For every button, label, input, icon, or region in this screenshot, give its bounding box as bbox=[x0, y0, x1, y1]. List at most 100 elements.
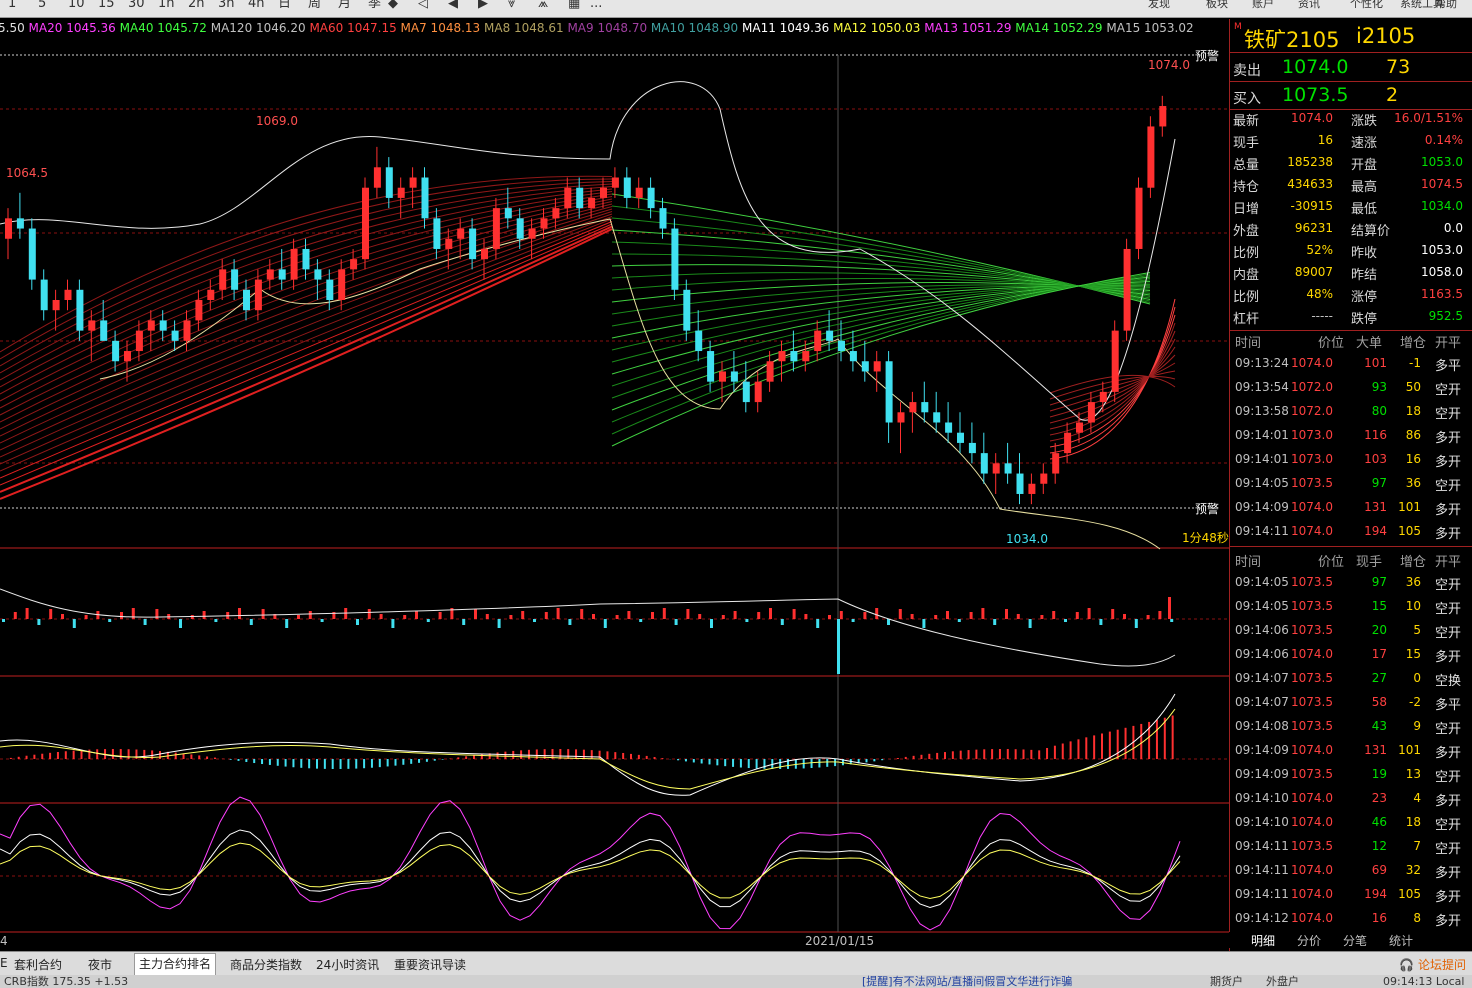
period-button-3[interactable]: 15 bbox=[98, 0, 115, 11]
volume-bar bbox=[61, 614, 64, 619]
bottom-tab-4[interactable]: 24小时资讯 bbox=[316, 956, 379, 973]
ma-legend-item: MA8 1048.61 bbox=[484, 21, 567, 35]
cell-p: 1074.0 bbox=[1291, 743, 1333, 757]
period-button-7[interactable]: 3h bbox=[218, 0, 235, 11]
bid-row[interactable]: 买入 1073.5 2 bbox=[1230, 82, 1472, 110]
stat-value: 952.5 bbox=[1428, 309, 1463, 323]
volume-bar bbox=[1123, 614, 1126, 619]
menu-item-3[interactable]: 资讯 bbox=[1298, 0, 1320, 11]
panel-tab-0[interactable]: 明细 bbox=[1251, 932, 1275, 949]
bottom-tab-5[interactable]: 重要资讯导读 bbox=[394, 956, 466, 973]
volume-bar bbox=[379, 614, 383, 619]
list-item[interactable]: 09:14:05 1073.5 97 36 空开 bbox=[1230, 471, 1472, 495]
list-item[interactable]: 09:14:07 1073.5 58 -2 多平 bbox=[1230, 690, 1472, 714]
period-button-1[interactable]: 5 bbox=[38, 0, 46, 11]
kline-chart[interactable]: 5.50 MA20 1045.36 MA40 1045.72 MA120 104… bbox=[0, 19, 1229, 951]
macd-bar bbox=[732, 759, 735, 767]
draw-tool-icon[interactable]: ◁ bbox=[418, 0, 428, 11]
cell-time: 09:14:10 bbox=[1235, 791, 1289, 805]
ask-row[interactable]: 卖出 1074.0 73 bbox=[1230, 54, 1472, 82]
list-item[interactable]: 09:14:10 1074.0 23 4 多开 bbox=[1230, 786, 1472, 810]
draw-tool-icon[interactable]: ◀ bbox=[448, 0, 458, 11]
list-item[interactable]: 09:14:09 1073.5 19 13 空开 bbox=[1230, 762, 1472, 786]
draw-tool-icon[interactable]: ⩕ bbox=[538, 0, 548, 11]
contract-code: i2105 bbox=[1356, 24, 1416, 48]
period-button-10[interactable]: 周 bbox=[308, 0, 321, 11]
cell-o: 105 bbox=[1398, 887, 1421, 901]
cell-o: 0 bbox=[1413, 671, 1421, 685]
list-item[interactable]: 09:14:11 1074.0 194 105 多开 bbox=[1230, 519, 1472, 543]
menu-item-2[interactable]: 账户 bbox=[1252, 0, 1274, 11]
draw-tool-icon[interactable]: ▶ bbox=[478, 0, 488, 11]
period-button-5[interactable]: 1h bbox=[158, 0, 175, 11]
list-item[interactable]: 09:14:06 1074.0 17 15 多开 bbox=[1230, 642, 1472, 666]
list-item[interactable]: 09:14:01 1073.0 103 16 多开 bbox=[1230, 447, 1472, 471]
macd-bar bbox=[410, 759, 413, 764]
volume-bar bbox=[485, 614, 489, 619]
list-item[interactable]: 09:13:24 1074.0 101 -1 多平 bbox=[1230, 351, 1472, 375]
cell-s: 16 bbox=[1371, 911, 1387, 925]
cell-k: 多开 bbox=[1434, 455, 1461, 470]
stat-value: 185238 bbox=[1287, 155, 1333, 169]
list-item[interactable]: 09:14:09 1074.0 131 101 多开 bbox=[1230, 495, 1472, 519]
list-item[interactable]: 09:14:11 1074.0 194 105 多开 bbox=[1230, 882, 1472, 906]
ma-legend-item: MA10 1048.90 bbox=[651, 21, 742, 35]
panel-tab-3[interactable]: 统计 bbox=[1389, 932, 1413, 949]
macd-bar bbox=[72, 750, 75, 759]
menu-item-4[interactable]: 个性化 bbox=[1350, 0, 1383, 11]
cell-o: 16 bbox=[1405, 452, 1421, 466]
list-item[interactable]: 09:13:58 1072.0 80 18 空开 bbox=[1230, 399, 1472, 423]
list-item[interactable]: 09:14:05 1073.5 15 10 空开 bbox=[1230, 594, 1472, 618]
list-item[interactable]: 09:14:06 1073.5 20 5 空开 bbox=[1230, 618, 1472, 642]
menu-item-1[interactable]: 板块 bbox=[1206, 0, 1228, 11]
period-button-8[interactable]: 4h bbox=[248, 0, 265, 11]
macd-bar bbox=[276, 759, 279, 766]
macd-bar bbox=[614, 752, 617, 759]
more-button[interactable]: ... bbox=[590, 0, 602, 11]
list-item[interactable]: 09:14:05 1073.5 97 36 空开 bbox=[1230, 570, 1472, 594]
period-button-6[interactable]: 2h bbox=[188, 0, 205, 11]
period-button-11[interactable]: 月 bbox=[338, 0, 351, 11]
notice-ticker[interactable]: [提醒]有不法网站/直播间假冒文华进行诈骗 bbox=[862, 976, 1072, 988]
list-item[interactable]: 09:14:01 1073.0 116 86 多开 bbox=[1230, 423, 1472, 447]
period-button-12[interactable]: 季 bbox=[368, 0, 381, 11]
panel-tab-1[interactable]: 分价 bbox=[1297, 932, 1321, 949]
cell-s: 12 bbox=[1371, 839, 1387, 853]
menu-item-0[interactable]: 发现 bbox=[1148, 0, 1170, 11]
list-item[interactable]: 09:14:12 1074.0 16 8 多开 bbox=[1230, 906, 1472, 930]
draw-tool-icon[interactable]: ⩔ bbox=[508, 0, 515, 11]
ma-legend-item: MA15 1053.02 bbox=[1106, 21, 1193, 35]
period-button-4[interactable]: 30 bbox=[128, 0, 145, 11]
list-item[interactable]: 09:14:07 1073.5 27 0 空换 bbox=[1230, 666, 1472, 690]
list-item[interactable]: 09:14:10 1074.0 46 18 空开 bbox=[1230, 810, 1472, 834]
divider bbox=[1230, 546, 1472, 547]
cell-k: 多开 bbox=[1434, 527, 1461, 542]
foreign-account-button[interactable]: 外盘户 bbox=[1266, 976, 1299, 988]
bottom-tab-2[interactable]: 主力合约排名 bbox=[134, 953, 217, 975]
forum-link[interactable]: 🎧 论坛提问 bbox=[1399, 956, 1466, 973]
menu-item-6[interactable]: 帮助 bbox=[1435, 0, 1457, 11]
cell-k: 多开 bbox=[1434, 746, 1461, 761]
macd-bar bbox=[1116, 729, 1119, 759]
cell-k: 空开 bbox=[1434, 479, 1461, 494]
panel-tab-2[interactable]: 分笔 bbox=[1343, 932, 1367, 949]
list-item[interactable]: 09:14:11 1074.0 69 32 多开 bbox=[1230, 858, 1472, 882]
bottom-tab-3[interactable]: 商品分类指数 bbox=[230, 956, 302, 973]
list-item[interactable]: 09:14:08 1073.5 43 9 空开 bbox=[1230, 714, 1472, 738]
volume-bar bbox=[887, 619, 890, 625]
draw-tool-icon[interactable]: ▦ bbox=[568, 0, 580, 11]
bottom-tab-0[interactable]: 套利合约 bbox=[14, 956, 62, 973]
stat-value: 1074.0 bbox=[1291, 111, 1333, 125]
list-item[interactable]: 09:14:09 1074.0 131 101 多开 bbox=[1230, 738, 1472, 762]
period-button-0[interactable]: 1 bbox=[8, 0, 16, 11]
bottom-tab-1[interactable]: 夜市 bbox=[88, 956, 112, 973]
list-item[interactable]: 09:14:11 1073.5 12 7 空开 bbox=[1230, 834, 1472, 858]
cell-time: 09:14:01 bbox=[1235, 452, 1289, 466]
list-item[interactable]: 09:13:54 1072.0 93 50 空开 bbox=[1230, 375, 1472, 399]
draw-tool-icon[interactable]: ◆ bbox=[388, 0, 398, 11]
futures-account-button[interactable]: 期货户 bbox=[1210, 976, 1243, 988]
cell-s: 80 bbox=[1371, 404, 1387, 418]
volume-bar bbox=[474, 609, 477, 619]
period-button-2[interactable]: 10 bbox=[68, 0, 85, 11]
period-button-9[interactable]: 日 bbox=[278, 0, 291, 11]
